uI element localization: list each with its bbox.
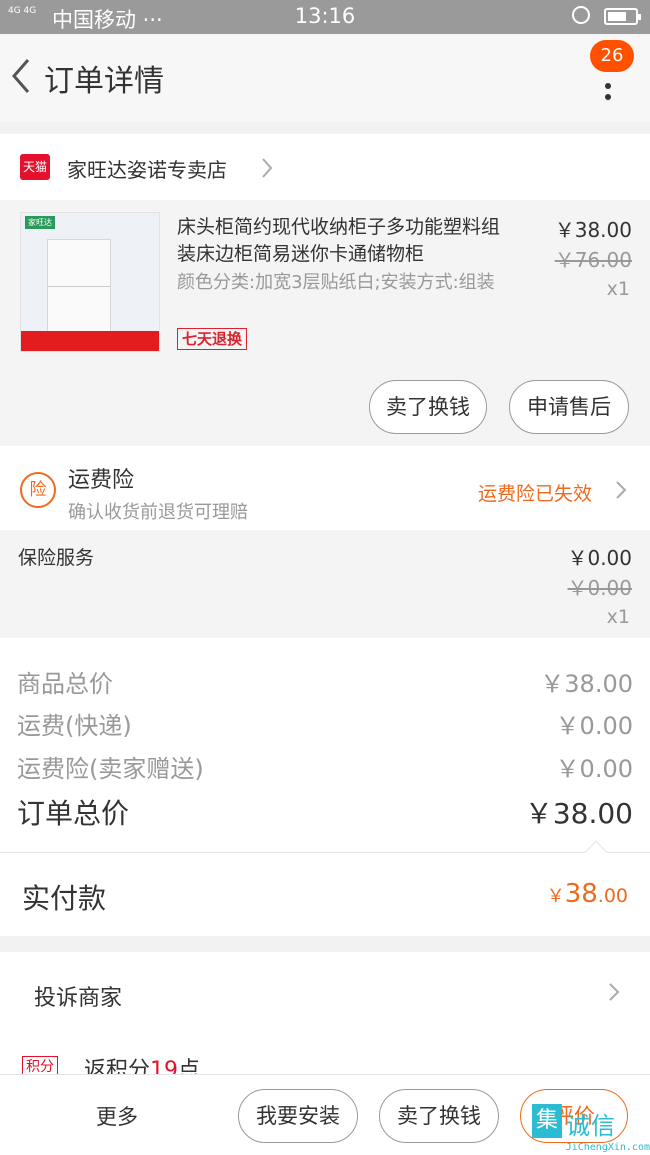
service-original-price: ￥0.00 <box>567 576 632 600</box>
sell-for-cash-button[interactable]: 卖了换钱 <box>369 380 487 434</box>
summary-row-total: 订单总价 ￥38.00 <box>0 792 650 834</box>
order-total-label: 订单总价 <box>17 797 130 830</box>
insurance-subtitle: 确认收货前退货可理赔 <box>68 502 248 523</box>
tmall-logo: 天猫 <box>20 154 50 180</box>
complain-merchant-row[interactable]: 投诉商家 <box>0 952 650 1032</box>
insurance-title: 运费险 <box>68 468 135 493</box>
site-watermark: 集 诚信 JiChengXin.com <box>532 1104 650 1153</box>
product-original-price: ￥76.00 <box>554 248 632 272</box>
summary-value: ￥38.00 <box>540 670 633 698</box>
sell-for-cash-button[interactable]: 卖了换钱 <box>379 1089 499 1143</box>
points-count: 19 <box>150 1058 179 1074</box>
store-name[interactable]: 家旺达姿诺专卖店 <box>67 154 227 183</box>
points-tag: 积分 <box>22 1056 58 1074</box>
paid-decimal: .00 <box>597 885 628 907</box>
watermark-logo: 集 <box>532 1104 562 1138</box>
summary-label: 运费险(卖家赠送) <box>17 755 204 783</box>
insurance-icon: 险 <box>20 472 56 508</box>
install-button[interactable]: 我要安装 <box>238 1089 358 1143</box>
points-row: 积分 返积分19点 <box>0 1032 650 1074</box>
summary-value: ￥0.00 <box>555 755 633 783</box>
chevron-right-icon <box>609 983 620 1001</box>
page-title: 订单详情 <box>44 64 164 99</box>
price-summary: 商品总价 ￥38.00 运费(快递) ￥0.00 运费险(卖家赠送) ￥0.00… <box>0 638 650 852</box>
cabinet-illustration <box>47 239 111 335</box>
order-total-value: ￥38.00 <box>524 797 633 830</box>
status-bar: 4G 4G 中国移动 ··· 13:16 <box>0 0 650 34</box>
product-image-brand: 家旺达 <box>25 216 55 229</box>
service-quantity: x1 <box>606 606 630 628</box>
insurance-service-item: 保险服务 ￥0.00 ￥0.00 x1 <box>0 530 650 638</box>
paid-label: 实付款 <box>22 882 107 915</box>
points-suffix: 点 <box>178 1058 201 1074</box>
product-price: ￥38.00 <box>554 218 632 242</box>
product-item[interactable]: 家旺达 床头柜简约现代收纳柜子多功能塑料组装床边柜简易迷你卡通储物柜 颜色分类:… <box>0 200 650 446</box>
navigation-bar: 订单详情 26 <box>0 34 650 122</box>
store-row[interactable]: 天猫 家旺达姿诺专卖店 <box>0 134 650 200</box>
back-arrow-icon[interactable] <box>8 54 36 98</box>
summary-row-goods: 商品总价 ￥38.00 <box>0 664 650 706</box>
shipping-insurance-row[interactable]: 险 运费险 确认收货前退货可理赔 运费险已失效 <box>0 446 650 530</box>
product-image-banner <box>21 331 159 351</box>
product-quantity: x1 <box>606 278 630 300</box>
paid-currency: ￥ <box>546 886 565 907</box>
summary-row-insurance: 运费险(卖家赠送) ￥0.00 <box>0 749 650 791</box>
service-label: 保险服务 <box>18 547 95 569</box>
chevron-right-icon <box>616 481 627 499</box>
chevron-right-icon <box>262 158 273 178</box>
points-text: 返积分19点 <box>84 1052 200 1074</box>
summary-value: ￥0.00 <box>555 712 633 740</box>
paid-value: ￥38.00 <box>547 879 628 909</box>
paid-amount-row: 实付款 ￥38.00 <box>0 840 650 936</box>
more-button[interactable]: 更多 <box>96 1101 138 1131</box>
return-policy-tag: 七天退换 <box>177 328 248 350</box>
alarm-icon <box>572 6 590 24</box>
summary-row-shipping: 运费(快递) ￥0.00 <box>0 706 650 748</box>
points-prefix: 返积分 <box>84 1058 151 1074</box>
product-image[interactable]: 家旺达 <box>20 212 160 352</box>
battery-icon <box>604 8 641 25</box>
watermark-url: JiChengXin.com <box>565 1142 650 1153</box>
product-specs: 颜色分类:加宽3层贴纸白;安装方式:组装 <box>177 272 495 293</box>
product-title[interactable]: 床头柜简约现代收纳柜子多功能塑料组装床边柜简易迷你卡通储物柜 <box>177 214 507 268</box>
service-price: ￥0.00 <box>567 546 632 570</box>
summary-label: 运费(快递) <box>17 712 132 740</box>
complain-label[interactable]: 投诉商家 <box>34 980 122 1012</box>
message-count-badge[interactable]: 26 <box>590 40 634 72</box>
paid-integer: 38 <box>564 879 598 909</box>
clock: 13:16 <box>294 4 356 28</box>
summary-label: 商品总价 <box>17 670 113 698</box>
watermark-text: 诚信 <box>566 1112 616 1140</box>
insurance-status[interactable]: 运费险已失效 <box>478 479 592 506</box>
after-sale-button[interactable]: 申请售后 <box>509 380 629 434</box>
